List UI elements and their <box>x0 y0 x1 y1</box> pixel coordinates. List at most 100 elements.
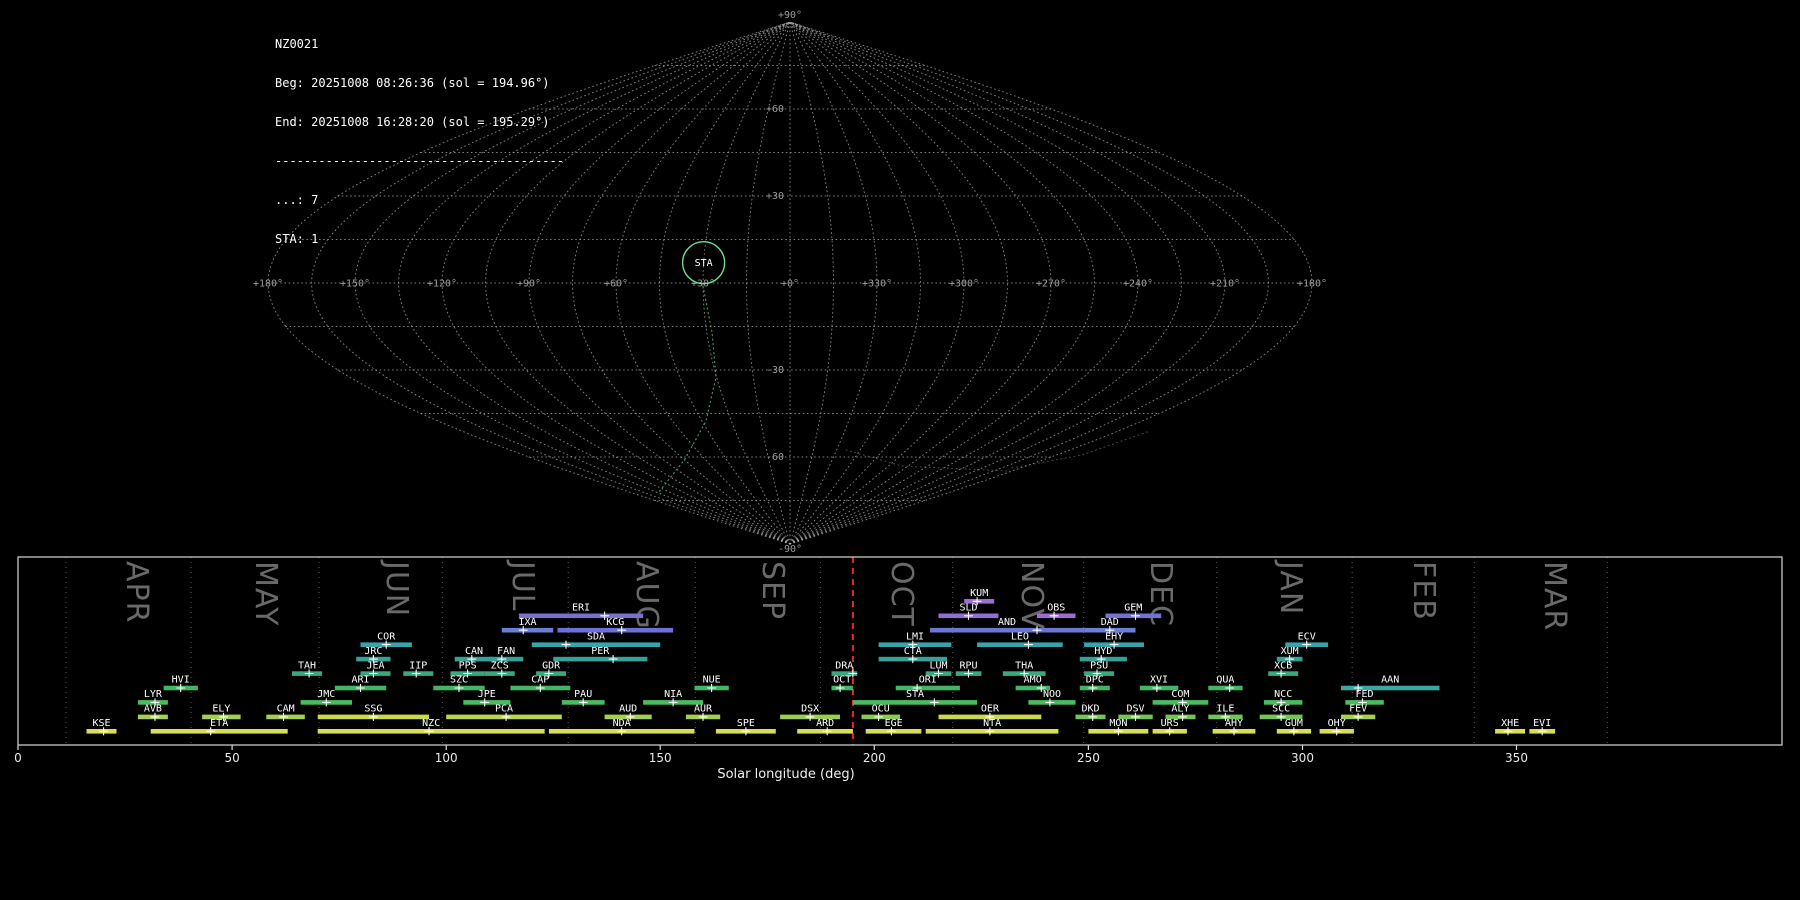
shower-code-label: CAM <box>277 704 295 715</box>
sta-radiant-label: STA <box>695 258 713 269</box>
shower-code-label: NCC <box>1274 689 1292 700</box>
map-lon-label: +180° <box>1297 279 1327 290</box>
shower-code-label: PCA <box>495 704 513 715</box>
shower-code-label: FAN <box>497 646 515 657</box>
shower-code-label: DPC <box>1086 675 1104 686</box>
shower-code-label: EGE <box>885 718 903 729</box>
shower-code-label: DRA <box>835 660 853 671</box>
sta-drift-track <box>659 286 716 492</box>
shower-code-label: DKD <box>1081 704 1099 715</box>
map-lat-label: +30 <box>766 191 784 202</box>
count-unclassified: ...: 7 <box>275 194 564 207</box>
x-tick-label: 150 <box>649 751 672 765</box>
month-label: JUL <box>505 559 540 612</box>
map-lat-label: -30 <box>766 365 784 376</box>
month-label: OCT <box>884 561 919 627</box>
shower-code-label: ZCS <box>491 660 509 671</box>
shower-code-label: PER <box>591 646 610 657</box>
map-lon-label: +150° <box>340 279 370 290</box>
month-label: AUG <box>629 561 664 630</box>
shower-bar <box>519 614 643 619</box>
activity-timeline: APRMAYJUNJULAUGSEPOCTNOVDECJANFEBMARKUME… <box>14 557 1782 782</box>
shower-code-label: KSE <box>92 718 110 729</box>
shower-code-label: ARD <box>816 718 834 729</box>
shower-code-label: AVB <box>144 704 162 715</box>
map-lon-label: +270° <box>1036 279 1066 290</box>
map-lon-label: +210° <box>1210 279 1240 290</box>
shower-code-label: NTA <box>983 718 1001 729</box>
shower-code-label: ALY <box>1171 704 1189 715</box>
map-lat-label: +60 <box>766 104 784 115</box>
radiant-map-and-timeline: +180°+150°+120°+90°+60°+30°+0°+330°+300°… <box>0 0 1800 900</box>
shower-code-label: AND <box>998 617 1016 628</box>
shower-code-label: KUM <box>970 588 988 599</box>
x-tick-label: 50 <box>224 751 239 765</box>
map-lat-label: -60 <box>766 452 784 463</box>
shower-code-label: CAN <box>465 646 483 657</box>
month-label: JUN <box>379 559 414 617</box>
count-sta: STA: 1 <box>275 233 564 246</box>
shower-code-label: OCT <box>833 675 851 686</box>
shower-code-label: AAN <box>1381 675 1399 686</box>
x-tick-label: 0 <box>14 751 22 765</box>
shower-code-label: PSU <box>1090 660 1108 671</box>
meteor-observation-summary: +180°+150°+120°+90°+60°+30°+0°+330°+300°… <box>0 0 1800 900</box>
month-label: MAY <box>248 561 283 626</box>
map-faint-track <box>846 450 1008 471</box>
shower-code-label: FED <box>1355 689 1373 700</box>
shower-code-label: OER <box>981 704 1000 715</box>
shower-code-label: ERI <box>572 603 590 614</box>
month-label: JAN <box>1273 559 1308 615</box>
shower-bar <box>553 657 647 662</box>
shower-code-label: LYR <box>144 689 163 700</box>
shower-bar <box>977 642 1063 647</box>
map-lon-label: +240° <box>1123 279 1153 290</box>
month-label: APR <box>119 561 154 623</box>
shower-code-label: XCB <box>1274 660 1292 671</box>
shower-code-label: GDR <box>542 660 561 671</box>
shower-code-label: XVI <box>1150 675 1168 686</box>
map-south-pole-label: -90° <box>778 544 802 555</box>
shower-code-label: TAH <box>298 660 316 671</box>
end-time-line: End: 20251008 16:28:20 (sol = 195.29°) <box>275 116 564 129</box>
shower-code-label: AUD <box>619 704 637 715</box>
shower-bar <box>151 729 288 734</box>
shower-code-label: OBS <box>1047 603 1065 614</box>
shower-code-label: AMO <box>1024 675 1042 686</box>
map-lon-label: +60° <box>604 279 628 290</box>
shower-bar <box>558 628 674 633</box>
shower-code-label: IIP <box>409 660 427 671</box>
shower-code-label: JEA <box>366 660 384 671</box>
x-tick-label: 350 <box>1505 751 1528 765</box>
x-tick-label: 200 <box>863 751 886 765</box>
x-tick-label: 100 <box>435 751 458 765</box>
map-faint-track <box>1012 431 1150 468</box>
shower-code-label: NZC <box>422 718 440 729</box>
month-label: SEP <box>755 561 790 620</box>
shower-code-label: SDA <box>587 631 605 642</box>
x-tick-label: 250 <box>1077 751 1100 765</box>
shower-code-label: OCU <box>872 704 890 715</box>
map-lon-label: +0° <box>781 279 799 290</box>
shower-code-label: LMI <box>906 631 924 642</box>
shower-code-label: ELY <box>212 704 230 715</box>
shower-code-label: NOO <box>1043 689 1061 700</box>
shower-code-label: GEM <box>1124 603 1142 614</box>
month-label: MAR <box>1537 561 1572 631</box>
x-axis-title: Solar longitude (deg) <box>717 767 854 782</box>
map-lon-label: +120° <box>427 279 457 290</box>
shower-code-label: IXA <box>518 617 536 628</box>
station-id: NZ0021 <box>275 38 564 51</box>
map-north-pole-label: +90° <box>778 10 802 21</box>
shower-code-label: ETA <box>210 718 228 729</box>
begin-time-line: Beg: 20251008 08:26:36 (sol = 194.96°) <box>275 77 564 90</box>
shower-code-label: ORI <box>919 675 937 686</box>
shower-code-label: QUA <box>1216 675 1234 686</box>
shower-code-label: JPE <box>478 689 496 700</box>
map-lon-label: +90° <box>517 279 541 290</box>
month-label: NOV <box>1014 561 1049 630</box>
shower-code-label: LEO <box>1011 631 1029 642</box>
separator-line: ---------------------------------------- <box>275 155 564 168</box>
x-tick-label: 300 <box>1291 751 1314 765</box>
shower-code-label: AUR <box>694 704 713 715</box>
